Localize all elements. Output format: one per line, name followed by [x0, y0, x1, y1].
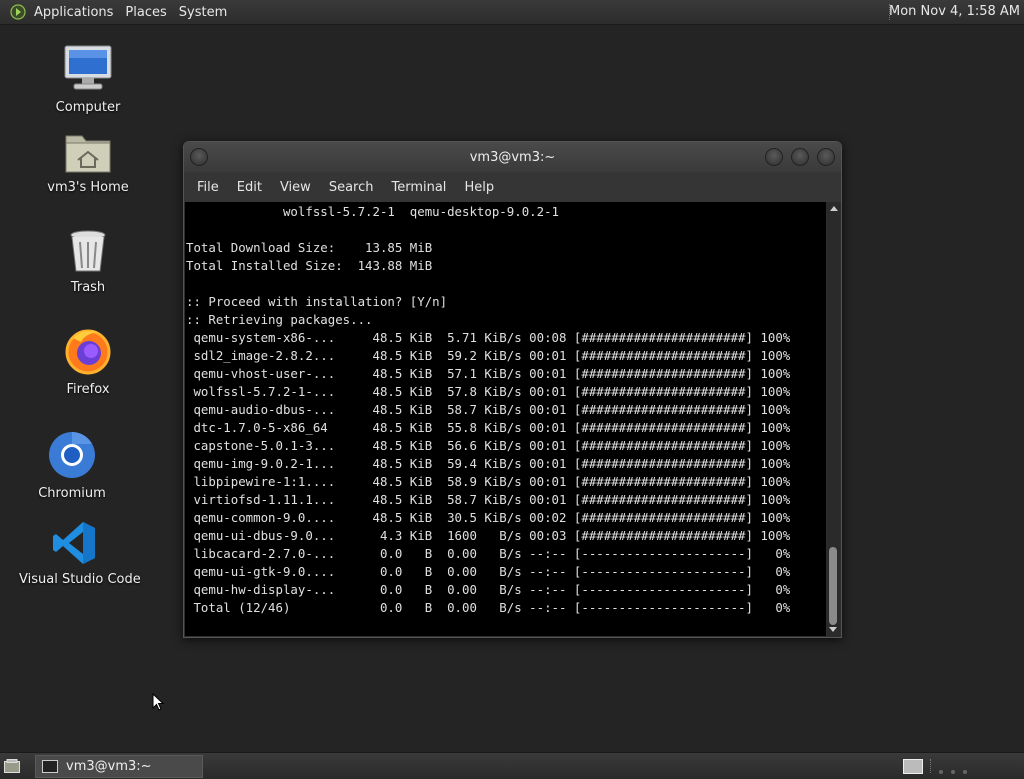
- terminal-scrollbar[interactable]: [827, 202, 840, 636]
- terminal-line: Total Installed Size: 143.88 MiB: [186, 258, 433, 273]
- desktop-icon-vscode[interactable]: Visual Studio Code: [19, 520, 141, 587]
- taskbar-item-terminal[interactable]: vm3@vm3:~: [35, 755, 203, 778]
- menu-terminal[interactable]: Terminal: [382, 180, 455, 195]
- bottom-panel: vm3@vm3:~: [0, 752, 1024, 779]
- scroll-up-arrow-icon[interactable]: [829, 206, 838, 211]
- terminal-line: :: Proceed with installation? [Y/n]: [186, 294, 448, 309]
- mouse-pointer-icon: [152, 693, 164, 711]
- terminal-line: wolfssl-5.7.2-1 qemu-desktop-9.0.2-1: [186, 204, 559, 219]
- workspace-switcher[interactable]: [903, 759, 923, 774]
- terminal-line: qemu-ui-gtk-9.0.... 0.0 B 0.00 B/s --:--…: [186, 564, 791, 579]
- window-titlebar[interactable]: vm3@vm3:~: [184, 142, 841, 172]
- desktop-icon-chromium[interactable]: Chromium: [17, 430, 127, 501]
- terminal-line: wolfssl-5.7.2-1-... 48.5 KiB 57.8 KiB/s …: [186, 384, 791, 399]
- window-title: vm3@vm3:~: [469, 150, 556, 165]
- terminal-menubar: File Edit View Search Terminal Help: [184, 172, 841, 202]
- menu-search[interactable]: Search: [320, 180, 383, 195]
- terminal-line: libpipewire-1:1.... 48.5 KiB 58.9 KiB/s …: [186, 474, 791, 489]
- terminal-line: sdl2_image-2.8.2... 48.5 KiB 59.2 KiB/s …: [186, 348, 791, 363]
- clock[interactable]: Mon Nov 4, 1:58 AM: [889, 4, 1020, 19]
- scroll-down-arrow-icon[interactable]: [829, 627, 837, 632]
- desktop-icon-home[interactable]: vm3's Home: [33, 128, 143, 195]
- terminal-line: qemu-ui-dbus-9.0... 4.3 KiB 1600 B/s 00:…: [186, 528, 791, 543]
- terminal-line: dtc-1.7.0-5-x86_64 48.5 KiB 55.8 KiB/s 0…: [186, 420, 791, 435]
- taskbar-item-label: vm3@vm3:~: [66, 759, 152, 774]
- terminal-line: Total Download Size: 13.85 MiB: [186, 240, 433, 255]
- terminal-output[interactable]: wolfssl-5.7.2-1 qemu-desktop-9.0.2-1 Tot…: [185, 202, 826, 636]
- menu-file[interactable]: File: [188, 180, 228, 195]
- terminal-line: qemu-hw-display-... 0.0 B 0.00 B/s --:--…: [186, 582, 791, 597]
- applications-menu[interactable]: Applications: [28, 5, 119, 20]
- menu-view[interactable]: View: [271, 180, 320, 195]
- terminal-line: :: Retrieving packages...: [186, 312, 373, 327]
- desktop-icon-label: Computer: [55, 100, 121, 115]
- desktop-icon-trash[interactable]: Trash: [33, 228, 143, 295]
- desktop-icon-firefox[interactable]: Firefox: [33, 326, 143, 397]
- places-menu[interactable]: Places: [119, 5, 172, 20]
- chromium-icon: [49, 432, 95, 478]
- top-panel: Applications Places System Mon Nov 4, 1:…: [0, 0, 1024, 25]
- terminal-line: qemu-vhost-user-... 48.5 KiB 57.1 KiB/s …: [186, 366, 791, 381]
- menu-edit[interactable]: Edit: [228, 180, 271, 195]
- close-button[interactable]: [817, 148, 835, 166]
- home-folder-icon: [65, 135, 111, 173]
- workspace-list[interactable]: [930, 759, 1021, 774]
- terminal-line: Total (12/46) 0.0 B 0.00 B/s --:-- [----…: [186, 600, 791, 615]
- system-menu[interactable]: System: [173, 5, 233, 20]
- terminal-line: qemu-common-9.0.... 48.5 KiB 30.5 KiB/s …: [186, 510, 791, 525]
- firefox-icon: [65, 329, 111, 375]
- terminal-icon: [42, 760, 58, 773]
- trash-icon: [70, 230, 106, 272]
- terminal-line: qemu-img-9.0.2-1... 48.5 KiB 59.4 KiB/s …: [186, 456, 791, 471]
- computer-icon: [64, 45, 112, 90]
- show-desktop-icon[interactable]: [4, 759, 20, 773]
- desktop-icon-computer[interactable]: Computer: [33, 44, 143, 115]
- desktop-icon-label: Chromium: [38, 486, 106, 501]
- terminal-line: virtiofsd-1.11.1... 48.5 KiB 58.7 KiB/s …: [186, 492, 791, 507]
- desktop-icon-label: vm3's Home: [47, 180, 129, 195]
- desktop-icon-label: Trash: [70, 280, 106, 295]
- desktop-icon-label: Visual Studio Code: [19, 572, 141, 587]
- terminal-line: qemu-system-x86-... 48.5 KiB 5.71 KiB/s …: [186, 330, 791, 345]
- applications-menu-icon[interactable]: [10, 4, 26, 20]
- desktop-icon-label: Firefox: [66, 382, 110, 397]
- vscode-icon: [53, 522, 95, 564]
- maximize-button[interactable]: [791, 148, 809, 166]
- terminal-line: libcacard-2.7.0-... 0.0 B 0.00 B/s --:--…: [186, 546, 791, 561]
- terminal-window[interactable]: vm3@vm3:~ File Edit View Search Terminal…: [183, 141, 842, 638]
- terminal-line: qemu-audio-dbus-... 48.5 KiB 58.7 KiB/s …: [186, 402, 791, 417]
- menu-help[interactable]: Help: [455, 180, 503, 195]
- scrollbar-thumb[interactable]: [829, 547, 837, 625]
- terminal-line: capstone-5.0.1-3... 48.5 KiB 56.6 KiB/s …: [186, 438, 791, 453]
- minimize-button[interactable]: [765, 148, 783, 166]
